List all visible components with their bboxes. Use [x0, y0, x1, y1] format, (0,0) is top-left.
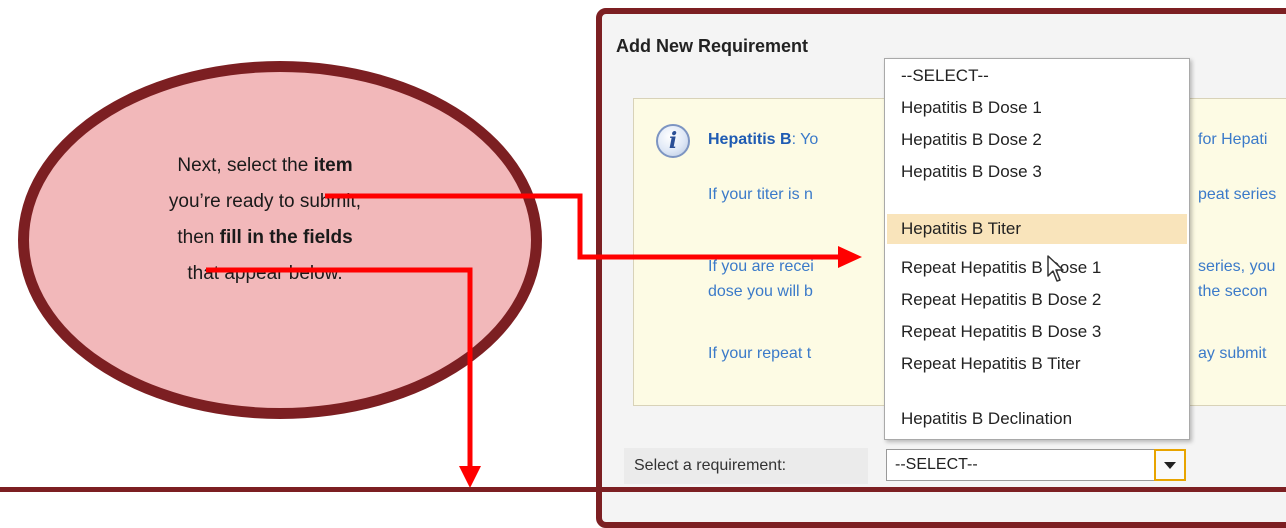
info-line-4: dose you will b	[708, 283, 813, 300]
callout-line-2: you’re ready to submit,	[168, 191, 362, 212]
requirement-select[interactable]: --SELECT--	[886, 449, 1186, 481]
panel-title: Add New Requirement	[616, 36, 809, 56]
option-repeat-hep-b-dose-3[interactable]: Repeat Hepatitis B Dose 3	[887, 317, 1187, 347]
requirement-label: Select a requirement:	[624, 448, 868, 484]
info-line-5: If your repeat t	[708, 345, 812, 362]
callout-line-3: then fill in the fields	[177, 227, 353, 248]
info-line-3-tail: series, you	[1198, 258, 1276, 275]
bottom-border-bar	[0, 487, 1286, 492]
mouse-cursor-icon	[1047, 255, 1064, 282]
info-icon: i	[656, 124, 690, 158]
option-repeat-hep-b-titer[interactable]: Repeat Hepatitis B Titer	[887, 349, 1187, 379]
option-hep-b-dose-1[interactable]: Hepatitis B Dose 1	[887, 93, 1187, 123]
option-repeat-hep-b-dose-2[interactable]: Repeat Hepatitis B Dose 2	[887, 285, 1187, 315]
info-line-2: If your titer is n	[708, 186, 813, 203]
info-line-5-tail: ay submit	[1198, 345, 1267, 362]
option-hep-b-titer[interactable]: Hepatitis B Titer	[887, 214, 1187, 244]
requirement-dropdown-list: --SELECT-- Hepatitis B Dose 1 Hepatitis …	[884, 58, 1190, 440]
info-line-3: If you are recei	[708, 258, 814, 275]
callout-line-4: that appear below.	[187, 263, 343, 284]
info-line-2-tail: peat series	[1198, 186, 1277, 203]
option-hep-b-declination[interactable]: Hepatitis B Declination	[887, 404, 1187, 434]
option-hep-b-dose-2[interactable]: Hepatitis B Dose 2	[887, 125, 1187, 155]
option-repeat-hep-b-dose-1[interactable]: Repeat Hepatitis B Dose 1	[887, 253, 1187, 283]
option-hep-b-dose-3[interactable]: Hepatitis B Dose 3	[887, 157, 1187, 187]
option-select[interactable]: --SELECT--	[887, 61, 1187, 91]
callout-text: Next, select the item you’re ready to su…	[140, 148, 390, 292]
dropdown-arrow-icon[interactable]	[1154, 449, 1186, 481]
info-line-1: Hepatitis B: Yo	[708, 131, 819, 148]
info-line-4-tail: the secon	[1198, 283, 1268, 300]
callout-line-1: Next, select the item	[177, 155, 353, 176]
info-line-1-tail: for Hepati	[1198, 131, 1268, 148]
